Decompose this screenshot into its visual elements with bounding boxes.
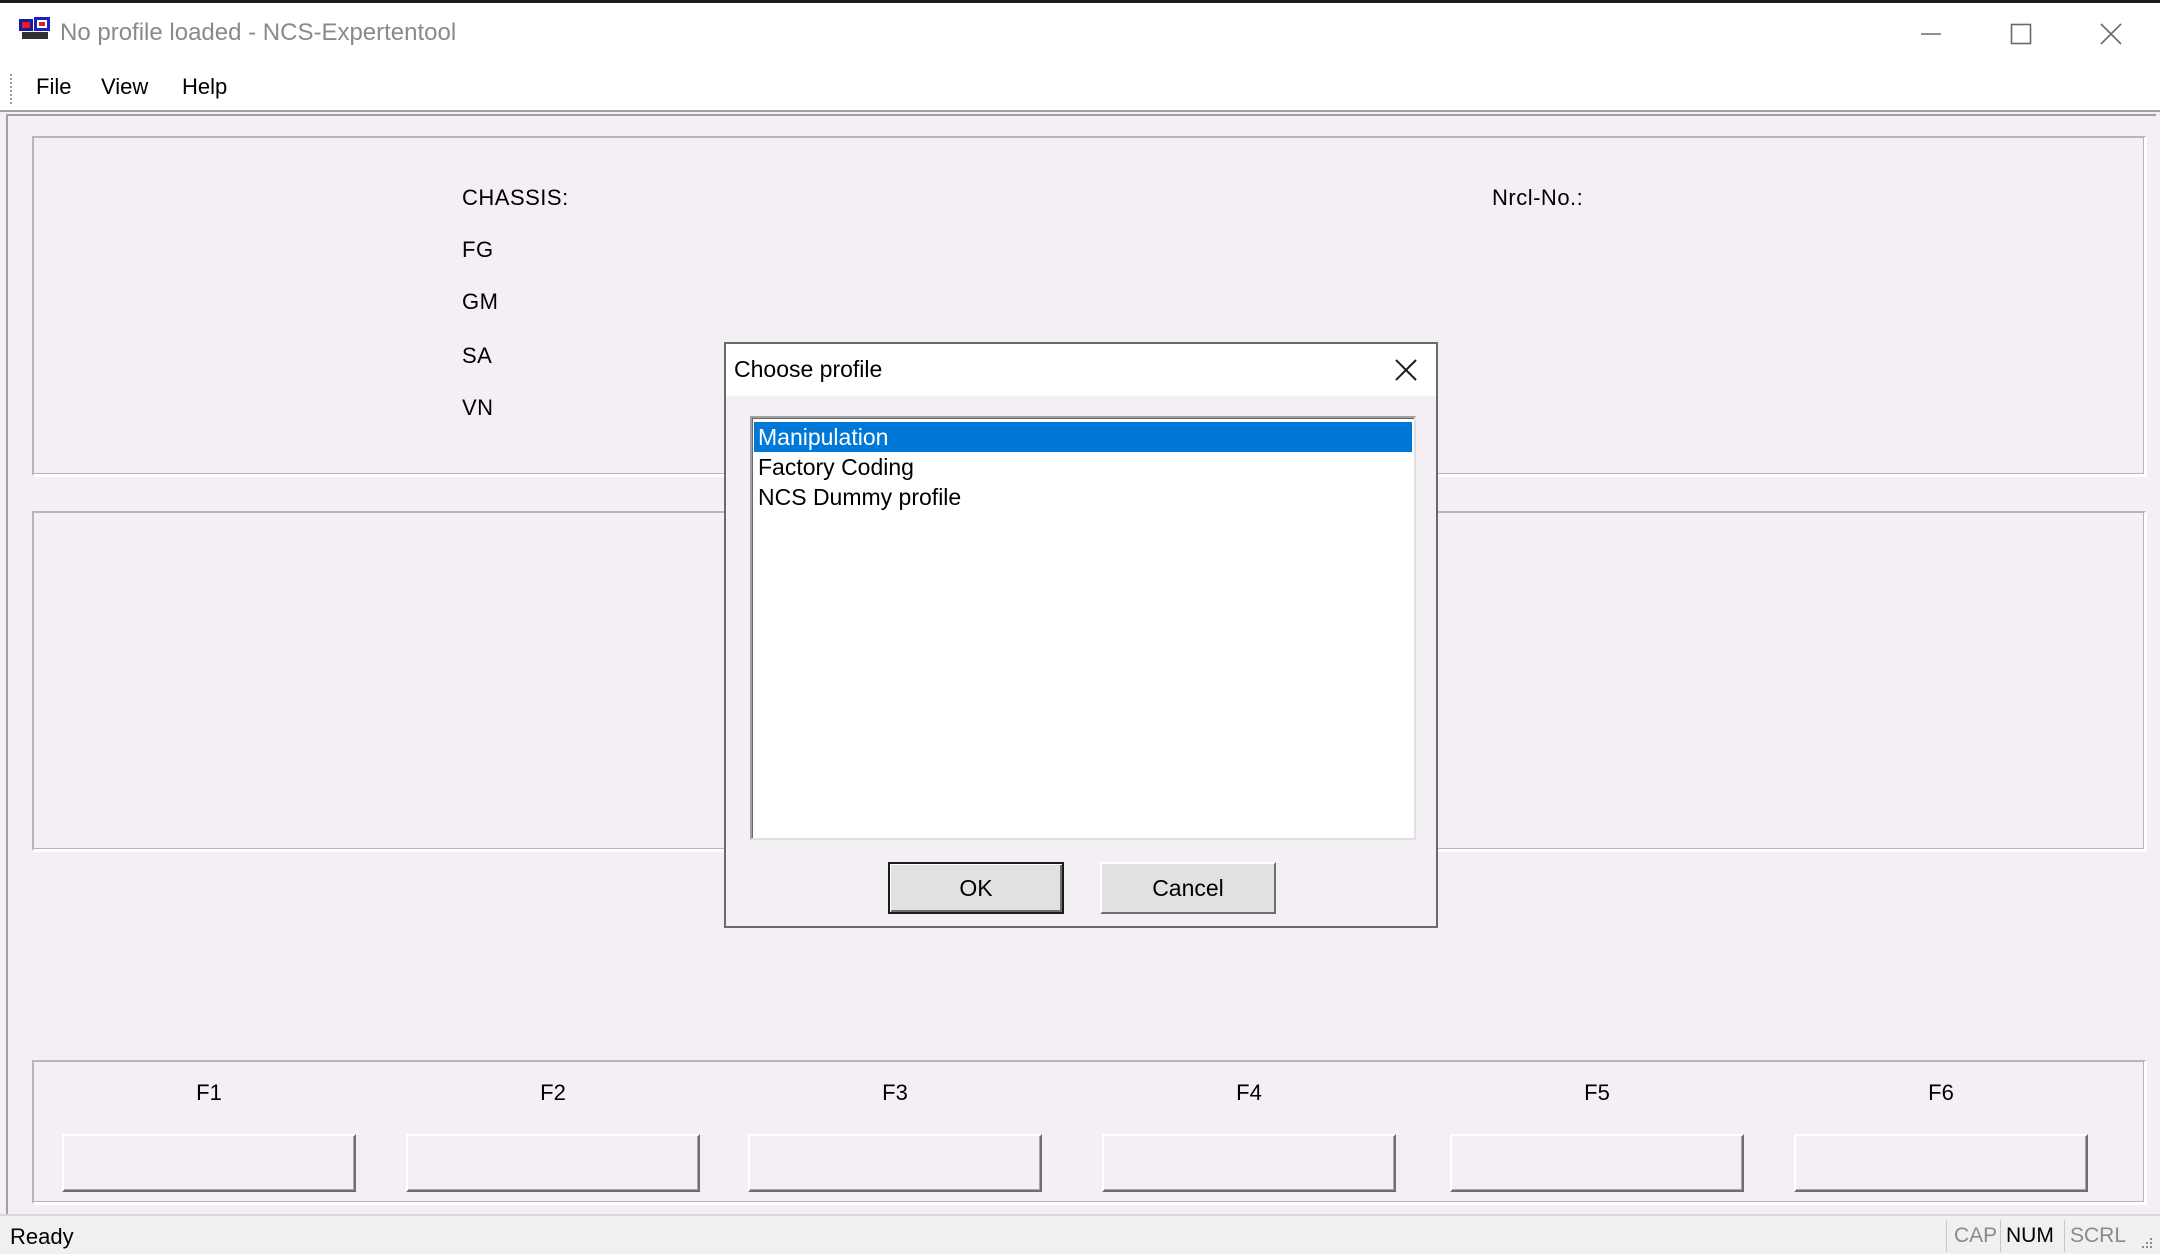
dialog-title-bar[interactable]: Choose profile bbox=[726, 344, 1436, 396]
menu-file[interactable]: File bbox=[36, 74, 71, 100]
ncs-expertentool-window: No profile loaded - NCS-Expertentool Fil… bbox=[0, 0, 2160, 1254]
window-title: No profile loaded - NCS-Expertentool bbox=[60, 19, 457, 46]
f2-label: F2 bbox=[540, 1080, 566, 1105]
gm-label: GM bbox=[462, 289, 499, 314]
minimize-button[interactable] bbox=[1886, 3, 1976, 64]
f3-button[interactable] bbox=[748, 1134, 1042, 1192]
f4-label: F4 bbox=[1236, 1080, 1262, 1105]
menu-view[interactable]: View bbox=[101, 74, 148, 100]
profile-item-factory-coding[interactable]: Factory Coding bbox=[754, 452, 1412, 482]
menu-help[interactable]: Help bbox=[182, 74, 227, 100]
f4-button[interactable] bbox=[1102, 1134, 1396, 1192]
close-icon bbox=[2100, 22, 2122, 45]
maximize-icon bbox=[2010, 23, 2032, 44]
num-lock-indicator: NUM bbox=[2006, 1224, 2054, 1247]
f5-button[interactable] bbox=[1450, 1134, 1744, 1192]
status-bar: Ready CAP NUM SCRL bbox=[0, 1214, 2160, 1254]
cancel-button[interactable]: Cancel bbox=[1100, 862, 1276, 914]
resize-grip-icon[interactable] bbox=[2136, 1232, 2154, 1250]
f1-label: F1 bbox=[196, 1080, 222, 1105]
chassis-label: CHASSIS: bbox=[462, 185, 569, 210]
close-button[interactable] bbox=[2066, 3, 2156, 64]
title-bar[interactable]: No profile loaded - NCS-Expertentool bbox=[0, 0, 2160, 64]
dialog-close-button[interactable] bbox=[1382, 348, 1430, 392]
ncs-app-icon bbox=[19, 17, 50, 39]
maximize-button[interactable] bbox=[1976, 3, 2066, 64]
f6-label: F6 bbox=[1928, 1080, 1954, 1105]
scroll-lock-indicator: SCRL bbox=[2070, 1224, 2127, 1247]
choose-profile-dialog: Choose profile Manipulation Factory Codi… bbox=[724, 342, 1438, 928]
status-separator bbox=[2064, 1220, 2065, 1252]
profile-item-manipulation[interactable]: Manipulation bbox=[754, 422, 1412, 452]
vn-label: VN bbox=[462, 395, 494, 420]
status-separator bbox=[2000, 1220, 2001, 1252]
menu-grip bbox=[10, 74, 15, 104]
f5-label: F5 bbox=[1584, 1080, 1610, 1105]
f2-button[interactable] bbox=[406, 1134, 700, 1192]
f6-button[interactable] bbox=[1794, 1134, 2088, 1192]
profile-list[interactable]: Manipulation Factory Coding NCS Dummy pr… bbox=[750, 416, 1416, 840]
f1-button[interactable] bbox=[62, 1134, 356, 1192]
sa-label: SA bbox=[462, 343, 493, 368]
profile-item-ncs-dummy[interactable]: NCS Dummy profile bbox=[754, 482, 1412, 512]
minimize-icon bbox=[1921, 32, 1941, 35]
caps-lock-indicator: CAP bbox=[1954, 1224, 1998, 1247]
f3-label: F3 bbox=[882, 1080, 908, 1105]
dialog-title: Choose profile bbox=[734, 356, 883, 382]
ok-button[interactable]: OK bbox=[888, 862, 1064, 914]
menu-bar: File View Help bbox=[0, 64, 2160, 112]
status-text: Ready bbox=[10, 1224, 74, 1249]
close-icon bbox=[1395, 359, 1417, 381]
nrcl-number-label: Nrcl-No.: bbox=[1492, 185, 1584, 210]
status-separator bbox=[1946, 1220, 1947, 1252]
fg-label: FG bbox=[462, 237, 494, 262]
